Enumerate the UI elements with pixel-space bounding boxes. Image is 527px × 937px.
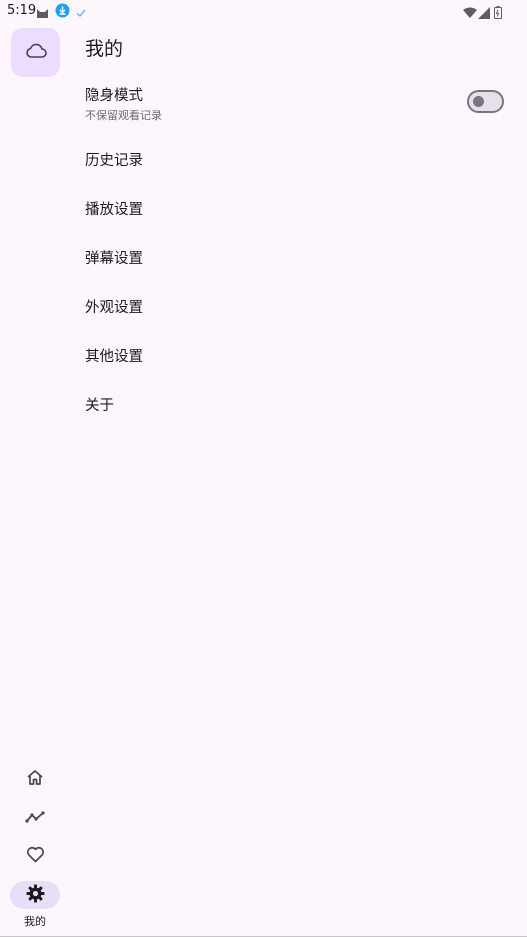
nav-mine-label: 我的 [24, 915, 46, 928]
menu-item-other-settings[interactable]: 其他设置 [85, 345, 143, 366]
nav-mine[interactable] [10, 881, 60, 909]
incognito-mode-item[interactable]: 隐身模式 不保留观看记录 [85, 84, 162, 123]
nav-favorites[interactable] [10, 841, 60, 871]
navigation-rail: 我的 [0, 22, 70, 937]
incognito-mode-description: 不保留观看记录 [85, 109, 162, 122]
cat-icon [36, 4, 49, 23]
cloud-button[interactable] [11, 28, 60, 77]
menu-item-appearance-settings[interactable]: 外观设置 [85, 296, 143, 317]
settings-icon [26, 884, 45, 907]
home-icon [26, 769, 44, 790]
download-icon [55, 3, 70, 22]
page-title: 我的 [85, 38, 124, 60]
nav-home[interactable] [10, 764, 60, 794]
wifi-icon [463, 4, 477, 23]
nav-trending[interactable] [10, 803, 60, 833]
menu-item-about[interactable]: 关于 [85, 394, 114, 415]
status-bar: 5:19 [0, 0, 527, 22]
heart-icon [26, 846, 45, 867]
menu-item-playback-settings[interactable]: 播放设置 [85, 198, 143, 219]
menu-item-danmaku-settings[interactable]: 弹幕设置 [85, 247, 143, 268]
battery-icon [494, 4, 502, 23]
incognito-mode-label: 隐身模式 [85, 88, 143, 104]
check-icon [75, 4, 87, 23]
signal-icon [478, 4, 490, 23]
cloud-icon [25, 43, 47, 63]
incognito-toggle[interactable] [467, 90, 504, 113]
status-time: 5:19 [7, 3, 37, 18]
trending-icon [25, 809, 45, 828]
menu-item-history[interactable]: 历史记录 [85, 149, 143, 170]
toggle-knob [473, 96, 484, 107]
